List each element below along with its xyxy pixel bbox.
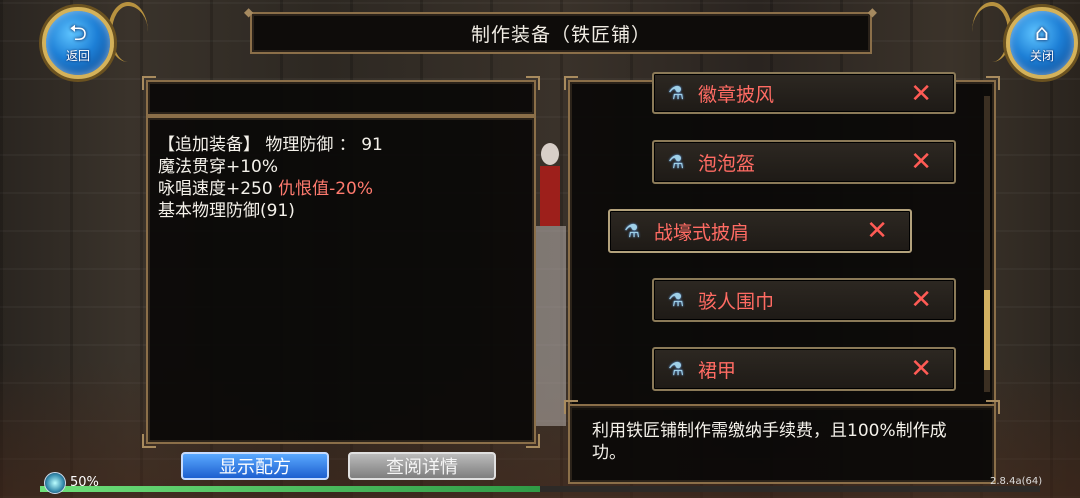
item-name: 战壕式披肩 bbox=[654, 221, 750, 244]
view-detail-button[interactable]: 查阅详情 bbox=[348, 452, 496, 480]
info-text: 利用铁匠铺制作需缴纳手续费，且100%制作成功。 bbox=[592, 421, 947, 463]
progress-fill bbox=[40, 486, 540, 492]
item-name: 泡泡盔 bbox=[698, 152, 756, 175]
list-item-selected[interactable]: ⚗ 战壕式披肩 ✕ bbox=[608, 209, 912, 253]
stats-panel: 【追加装备】 物理防御 ： 91 魔法贯穿+10% 咏唱速度+250 仇恨值-2… bbox=[142, 116, 540, 448]
back-label: 返回 bbox=[65, 48, 90, 63]
unavailable-x-icon: ✕ bbox=[910, 354, 932, 384]
home-icon: ⌂ bbox=[1035, 20, 1049, 46]
item-name: 骇人围巾 bbox=[698, 290, 775, 313]
close-label: 关闭 bbox=[1029, 48, 1054, 63]
stat-line: 咏唱速度+250 仇恨值-20% bbox=[158, 178, 383, 200]
unavailable-x-icon: ✕ bbox=[910, 285, 932, 315]
item-name: 裙甲 bbox=[698, 359, 737, 382]
frame-ornament bbox=[108, 2, 148, 62]
item-name: 徽章披风 bbox=[698, 83, 775, 106]
list-item[interactable]: ⚗ 骇人围巾 ✕ bbox=[652, 278, 956, 322]
equipment-icon: ⚗ bbox=[624, 221, 641, 242]
frame-ornament bbox=[972, 2, 1012, 62]
back-button[interactable]: ⮌ 返回 bbox=[42, 7, 114, 79]
equipment-icon: ⚗ bbox=[668, 359, 685, 380]
info-panel: 利用铁匠铺制作需缴纳手续费，且100%制作成功。 bbox=[564, 400, 1000, 484]
page-title: 制作装备（铁匠铺） bbox=[244, 5, 878, 54]
unavailable-x-icon: ✕ bbox=[910, 79, 932, 109]
stat-penalty: 仇恨值-20% bbox=[278, 179, 374, 199]
back-arrow-icon: ⮌ bbox=[69, 20, 87, 46]
equipment-icon: ⚗ bbox=[668, 290, 685, 311]
stats-header-panel bbox=[142, 76, 540, 116]
status-orb-icon bbox=[44, 472, 66, 494]
progress-percent: 50% bbox=[70, 475, 99, 490]
unavailable-x-icon: ✕ bbox=[910, 147, 932, 177]
equipment-icon: ⚗ bbox=[668, 83, 685, 104]
show-recipe-label: 显示配方 bbox=[219, 457, 291, 478]
unavailable-x-icon: ✕ bbox=[866, 216, 888, 246]
equipment-icon: ⚗ bbox=[668, 152, 685, 173]
stat-line: 【追加装备】 物理防御 ： 91 bbox=[158, 135, 383, 155]
stat-line: 基本物理防御(91) bbox=[158, 201, 295, 221]
page-title-text: 制作装备（铁匠铺） bbox=[470, 23, 651, 46]
list-scrollbar-thumb[interactable] bbox=[984, 290, 990, 370]
list-item[interactable]: ⚗ 徽章披风 ✕ bbox=[652, 72, 956, 114]
progress-bar bbox=[40, 486, 1040, 492]
version-label: 2.8.4a(64) bbox=[990, 476, 1043, 487]
stat-value: 咏唱速度+250 bbox=[158, 179, 279, 199]
list-item[interactable]: ⚗ 泡泡盔 ✕ bbox=[652, 140, 956, 184]
show-recipe-button[interactable]: 显示配方 bbox=[181, 452, 329, 480]
stat-line: 魔法贯穿+10% bbox=[158, 157, 279, 177]
stats-text: 【追加装备】 物理防御 ： 91 魔法贯穿+10% 咏唱速度+250 仇恨值-2… bbox=[158, 134, 383, 222]
view-detail-label: 查阅详情 bbox=[386, 457, 458, 478]
list-item[interactable]: ⚗ 裙甲 ✕ bbox=[652, 347, 956, 391]
close-button[interactable]: ⌂ 关闭 bbox=[1006, 7, 1078, 79]
